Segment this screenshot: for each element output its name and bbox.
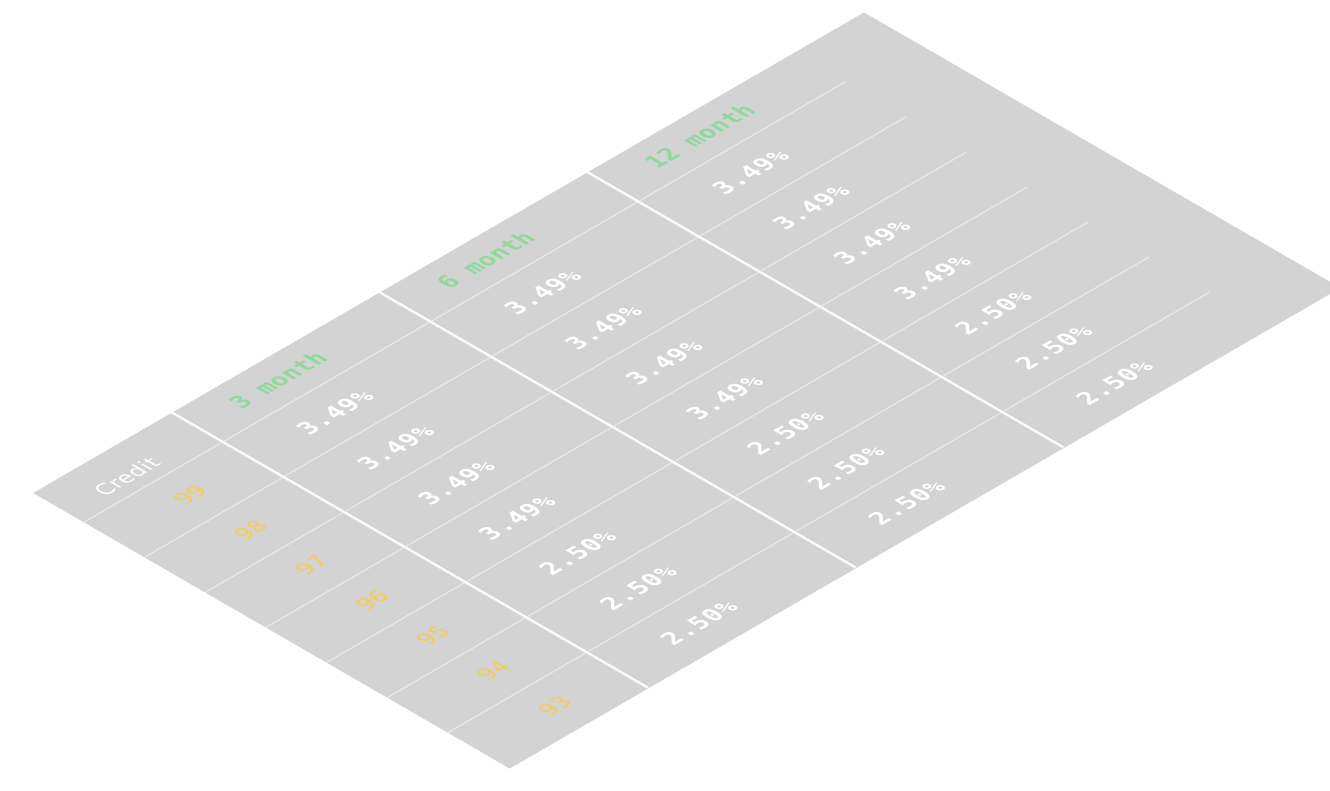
isometric-rate-table-scene: Credit 3 month 6 month 12 month 99 3.49%… [0,0,1330,791]
rate-table: Credit 3 month 6 month 12 month 99 3.49%… [33,12,1330,769]
